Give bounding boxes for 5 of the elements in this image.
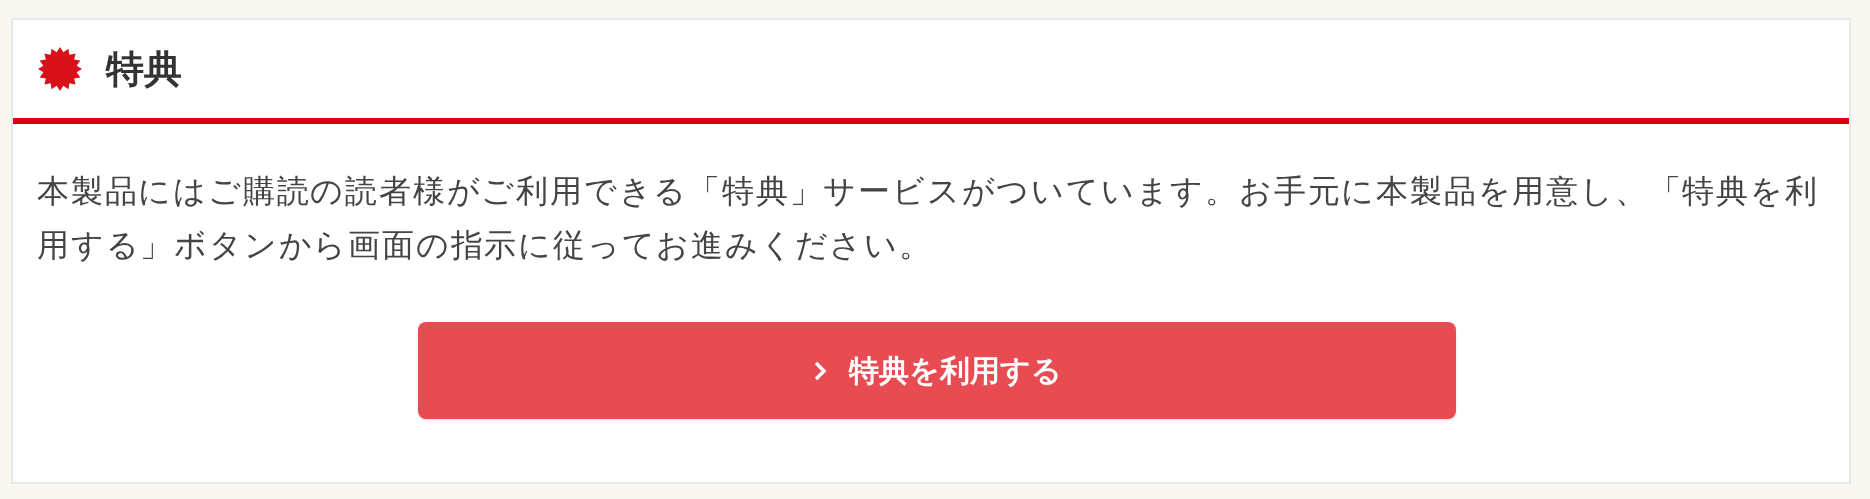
description-text: 本製品にはご購読の読者様がご利用できる「特典」サービスがついています。お手元に本製品を用意し、「特典を利用する」ボタンから画面の指示に従ってお進みください。: [37, 172, 1820, 265]
chevron-right-icon: [812, 359, 827, 382]
starburst-icon: [38, 47, 82, 91]
section-title: 特典: [106, 50, 182, 88]
use-benefit-button[interactable]: 特典を利用する: [418, 322, 1456, 419]
